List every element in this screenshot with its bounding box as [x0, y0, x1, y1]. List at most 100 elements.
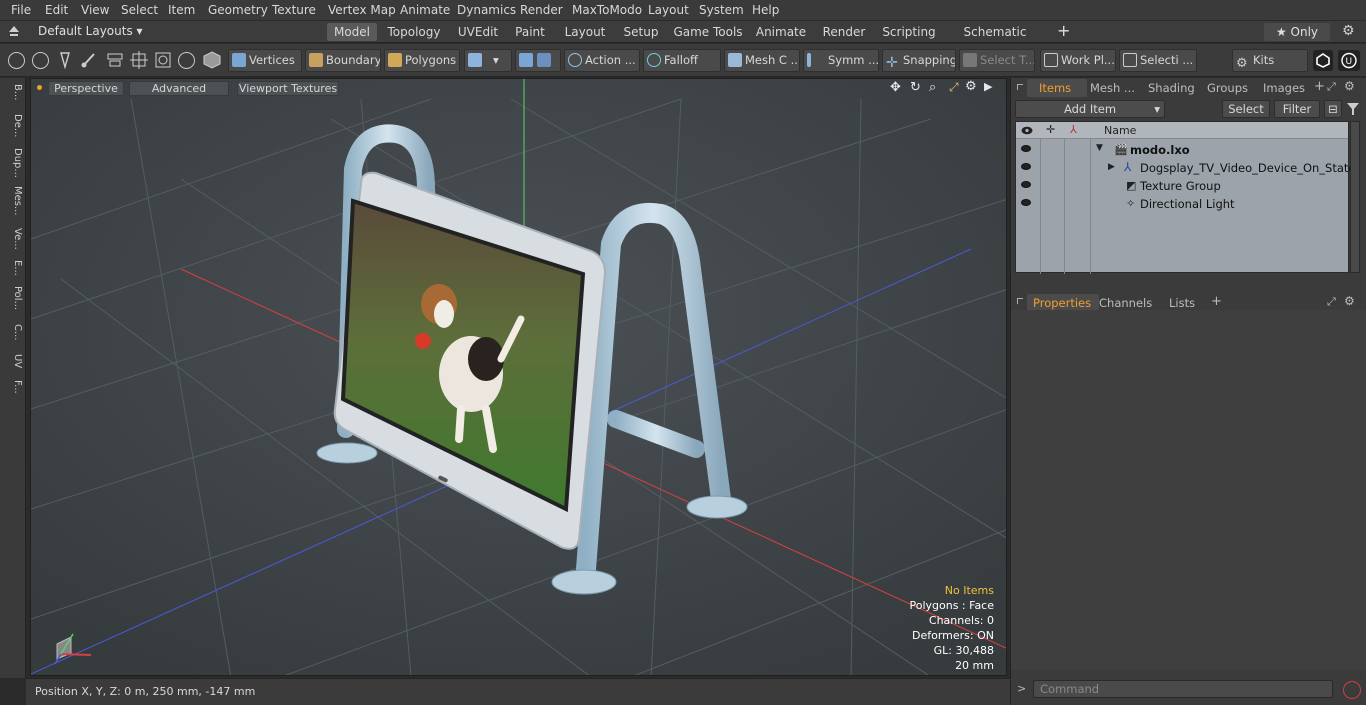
tab-game-tools[interactable]: Game Tools [672, 23, 744, 41]
menu-animate[interactable]: Animate [400, 3, 450, 17]
properties-gear-icon[interactable]: ⚙ [1344, 294, 1355, 308]
name-column-header[interactable]: Name [1104, 124, 1136, 137]
cube-shaded-icon[interactable] [203, 51, 221, 69]
menu-dynamics[interactable]: Dynamics [457, 3, 516, 17]
tab-mesh[interactable]: Mesh ... [1090, 80, 1135, 97]
snapping-button[interactable]: ✛ Snapping [882, 49, 956, 72]
tab-shading[interactable]: Shading [1148, 80, 1195, 97]
pen-tool-icon[interactable] [58, 51, 72, 70]
strip-tab-polygon[interactable]: Pol... [3, 286, 23, 310]
viewport-textures-button[interactable]: Viewport Textures [237, 81, 339, 96]
menu-help[interactable]: Help [752, 3, 779, 17]
align-icon[interactable] [106, 51, 124, 69]
menu-texture[interactable]: Texture [272, 3, 316, 17]
strip-tab-duplicate[interactable]: Dup... [3, 148, 23, 178]
properties-expand-icon[interactable]: ⤢ [1327, 295, 1336, 309]
viewport-more-icon[interactable]: ▶ [984, 80, 992, 93]
eye-icon[interactable] [1021, 199, 1031, 206]
rotate-view-icon[interactable]: ↻ [910, 80, 921, 95]
strip-tab-fusion[interactable]: F... [3, 380, 23, 394]
symmetry-view-button[interactable] [515, 49, 561, 72]
selection-sets-button[interactable]: Selecti ... [1119, 49, 1197, 72]
viewport-gear-icon[interactable]: ⚙ [965, 79, 977, 94]
visibility-column-icon[interactable] [1021, 125, 1033, 135]
tab-animate[interactable]: Animate [752, 23, 810, 41]
item-row-directional-light[interactable]: ✧ Directional Light [1016, 195, 1348, 213]
rotate-icon[interactable] [178, 52, 195, 69]
add-item-dropdown[interactable]: Add Item ▾ [1015, 100, 1165, 118]
falloff-button[interactable]: Falloff [643, 49, 721, 72]
globe-icon[interactable] [32, 52, 49, 69]
tab-uvedit[interactable]: UVEdit [452, 23, 504, 41]
menu-maxtomodo[interactable]: MaxToModo [572, 3, 642, 17]
expand-arrow-icon[interactable]: ▶ [1108, 162, 1115, 172]
advanced-button[interactable]: Advanced [129, 81, 229, 96]
perspective-button[interactable]: Perspective [48, 81, 124, 96]
strip-tab-basic[interactable]: B... [3, 84, 23, 100]
menu-system[interactable]: System [699, 3, 744, 17]
panel-corner-icon[interactable] [1017, 298, 1023, 304]
tab-topology[interactable]: Topology [383, 23, 445, 41]
eye-icon[interactable] [1021, 163, 1031, 170]
menu-geometry[interactable]: Geometry [208, 3, 268, 17]
maximize-view-icon[interactable]: ⤢ [949, 80, 959, 95]
strip-tab-deform[interactable]: De... [3, 114, 23, 137]
select-through-button[interactable]: Select T... [959, 49, 1035, 72]
item-mode-dropdown[interactable]: ▾ [464, 49, 512, 72]
vertices-button[interactable]: Vertices [228, 49, 302, 72]
strip-tab-curve[interactable]: C... [3, 324, 23, 341]
3d-viewport[interactable]: Perspective Advanced Viewport Textures ✥… [30, 78, 1007, 676]
add-panel-tab-button[interactable]: + [1314, 79, 1325, 94]
command-input[interactable]: Command [1033, 680, 1333, 698]
only-toggle[interactable]: ★ Only [1264, 23, 1330, 41]
type-column-icon[interactable]: ⅄ [1070, 123, 1077, 136]
action-center-button[interactable]: Action ... [564, 49, 640, 72]
item-row-mesh[interactable]: ▶ ⅄ Dogsplay_TV_Video_Device_On_State [1016, 159, 1356, 177]
viewport-dot-icon[interactable] [37, 85, 42, 90]
lock-column-icon[interactable]: ✛ [1046, 123, 1055, 136]
strip-tab-uv[interactable]: UV [3, 354, 23, 368]
unity-icon[interactable] [1313, 50, 1333, 71]
add-tab-button[interactable]: + [1057, 21, 1070, 40]
circle-select-icon[interactable] [8, 52, 25, 69]
mesh-constraints-button[interactable]: Mesh C ... [724, 49, 800, 72]
transform-icon[interactable] [130, 51, 148, 69]
menu-file[interactable]: File [11, 3, 31, 17]
brush-icon[interactable] [80, 51, 98, 69]
strip-tab-vertex[interactable]: Ve... [3, 228, 23, 250]
work-plane-button[interactable]: Work Pl... [1040, 49, 1116, 72]
tab-model[interactable]: Model [327, 23, 377, 41]
polygons-button[interactable]: Polygons [384, 49, 460, 72]
gear-icon[interactable]: ⚙ [1342, 23, 1355, 39]
menu-view[interactable]: View [81, 3, 109, 17]
zoom-view-icon[interactable]: ⌕ [929, 80, 936, 95]
tab-images[interactable]: Images [1263, 80, 1305, 97]
expand-arrow-icon[interactable]: ▼ [1096, 143, 1103, 153]
menu-render[interactable]: Render [520, 3, 563, 17]
menu-item[interactable]: Item [168, 3, 195, 17]
item-row-texture-group[interactable]: ◩ Texture Group [1016, 177, 1348, 195]
strip-tab-mesh-edit[interactable]: Mes... [3, 186, 23, 216]
menu-layout[interactable]: Layout [648, 3, 689, 17]
menu-select[interactable]: Select [121, 3, 158, 17]
target-icon[interactable] [154, 51, 172, 69]
menu-vertex-map[interactable]: Vertex Map [328, 3, 396, 17]
move-view-icon[interactable]: ✥ [890, 80, 901, 95]
item-list-scrollbar[interactable] [1350, 121, 1360, 273]
panel-expand-icon[interactable]: ⤢ [1327, 80, 1336, 94]
tab-items[interactable]: Items [1039, 80, 1071, 97]
layout-menu-icon[interactable] [9, 25, 19, 37]
filter-button[interactable]: Filter [1274, 100, 1320, 118]
tab-schematic-fusion[interactable]: Schematic Fusion [948, 23, 1042, 57]
boundary-button[interactable]: Boundary [305, 49, 381, 72]
unreal-icon[interactable]: U [1338, 50, 1360, 71]
record-icon[interactable] [1343, 681, 1361, 699]
eye-icon[interactable] [1021, 145, 1031, 152]
item-list[interactable]: ✛ ⅄ Name ▼ 🎬 modo.lxo ▶ ⅄ Dogsplay_TV_Vi… [1015, 121, 1356, 274]
item-row-modo-lxo[interactable]: ▼ 🎬 modo.lxo [1016, 141, 1348, 159]
symmetry-button[interactable]: Symm ... [803, 49, 879, 72]
select-button[interactable]: Select [1222, 100, 1270, 118]
kits-button[interactable]: ⚙ Kits [1232, 49, 1308, 72]
tab-groups[interactable]: Groups [1207, 80, 1248, 97]
layout-selector[interactable]: Default Layouts ▾ [38, 24, 143, 38]
